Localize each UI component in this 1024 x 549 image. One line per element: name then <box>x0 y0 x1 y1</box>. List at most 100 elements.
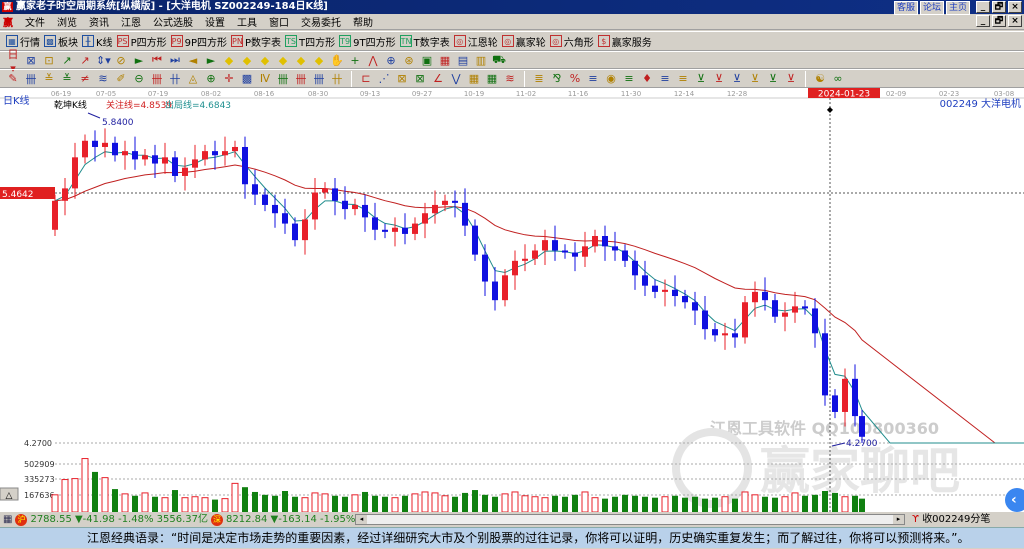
tool-icon-20[interactable]: ⋀ <box>366 54 380 67</box>
toolbar-button-sector[interactable]: ▩ 板块 <box>44 34 78 49</box>
chart-canvas[interactable]: 06-19 07-05 07-19 08-02 08-16 08-30 09-13 09-27… <box>0 88 1024 512</box>
toolbar-button-t9[interactable]: T9 9T四方形 <box>339 34 396 49</box>
tool-icon-27[interactable]: ▦ <box>485 72 499 85</box>
toolbar-button-p9[interactable]: P9 9P四方形 <box>170 34 227 49</box>
toolbar-button-kline[interactable]: ╫ K线 <box>82 34 113 49</box>
tool-icon-22[interactable]: ⊛ <box>402 54 416 67</box>
tool-icon-12[interactable]: ✛ <box>222 72 236 85</box>
tool-icon-21[interactable]: ⊕ <box>384 54 398 67</box>
tool-icon-11[interactable]: ⊕ <box>204 72 218 85</box>
tool-icon-5[interactable]: ⇕▾ <box>96 54 111 67</box>
tool-icon-44[interactable]: ⊻ <box>784 72 798 85</box>
child-close-button[interactable]: × <box>1008 15 1022 27</box>
restore-button[interactable]: 🗗 <box>992 1 1006 13</box>
tool-icon-24[interactable]: ∠ <box>431 72 445 85</box>
tool-icon-0[interactable]: ✎ <box>6 72 20 85</box>
toolbar-button-gann-wheel[interactable]: ◎ 江恩轮 <box>453 34 498 49</box>
toolbar-button-ps[interactable]: PS P四方形 <box>116 34 167 49</box>
tool-icon-6[interactable]: ✐ <box>114 72 128 85</box>
tool-icon-4[interactable]: ↗ <box>78 54 92 67</box>
minimize-button[interactable]: _ <box>976 1 990 13</box>
menu-browse[interactable]: 浏览 <box>57 14 77 29</box>
triangle-icon[interactable]: △ <box>6 491 13 501</box>
tool-icon-39[interactable]: ⊻ <box>694 72 708 85</box>
toolbar-button-hexagon[interactable]: ◎ 六角形 <box>549 34 594 49</box>
tool-icon-36[interactable]: ♦ <box>640 72 654 85</box>
tool-icon-34[interactable]: ◉ <box>604 72 618 85</box>
tool-icon-13[interactable]: ▩ <box>240 72 254 85</box>
tool-icon-13[interactable]: ◆ <box>240 54 254 67</box>
scroll-right-icon[interactable]: ▸ <box>893 515 904 524</box>
tool-icon-18[interactable]: 卄 <box>330 71 344 87</box>
tool-icon-25[interactable]: ⋁ <box>449 72 463 85</box>
tool-icon-12[interactable]: ◆ <box>222 54 236 67</box>
tool-icon-2[interactable]: ⊡ <box>42 54 56 67</box>
support-link[interactable]: 客服 <box>893 1 918 15</box>
tool-icon-27[interactable]: ⛟ <box>492 53 506 68</box>
collapse-panel-button[interactable]: ‹ <box>1005 488 1024 512</box>
tool-icon-8[interactable]: 卌 <box>150 71 164 87</box>
tool-icon-20[interactable]: ⊏ <box>359 72 373 85</box>
tool-icon-32[interactable]: % <box>568 72 582 85</box>
scroll-left-icon[interactable]: ◂ <box>356 515 367 524</box>
tool-icon-23[interactable]: ▣ <box>420 54 434 67</box>
menu-settings[interactable]: 设置 <box>205 14 225 29</box>
tool-icon-16[interactable]: ◆ <box>294 54 308 67</box>
child-minimize-button[interactable]: _ <box>976 15 990 27</box>
toolbar-button-winner-wheel[interactable]: ◎ 赢家轮 <box>501 34 546 49</box>
tool-icon-9[interactable]: 卄 <box>168 71 182 87</box>
menu-gann[interactable]: 江恩 <box>121 14 141 29</box>
tool-icon-18[interactable]: ✋ <box>330 54 344 67</box>
tool-icon-7[interactable]: ► <box>132 54 146 67</box>
tool-icon-1[interactable]: ⊠ <box>24 54 38 67</box>
tool-icon-3[interactable]: ≚ <box>60 72 74 85</box>
tool-icon-19[interactable]: + <box>348 54 362 67</box>
tool-icon-17[interactable]: 卌 <box>312 71 326 87</box>
forum-link[interactable]: 论坛 <box>919 1 944 15</box>
menu-tools[interactable]: 工具 <box>237 14 257 29</box>
tool-icon-21[interactable]: ⋰ <box>377 72 391 85</box>
kline-chart[interactable]: 06-19 07-05 07-19 08-02 08-16 08-30 09-13 09-27… <box>0 88 1024 512</box>
tool-icon-11[interactable]: ► <box>204 54 218 67</box>
tool-icon-4[interactable]: ≠ <box>78 72 92 85</box>
tool-icon-41[interactable]: ⊻ <box>730 72 744 85</box>
tool-icon-5[interactable]: ≋ <box>96 72 110 85</box>
tool-icon-31[interactable]: ⅋ <box>550 72 564 85</box>
menu-info[interactable]: 资讯 <box>89 14 109 29</box>
toolbar-button-service[interactable]: $ 赢家服务 <box>597 34 652 49</box>
tool-icon-38[interactable]: ≡ <box>676 72 690 85</box>
tool-icon-16[interactable]: 卌 <box>294 71 308 87</box>
tool-icon-28[interactable]: ≋ <box>503 72 517 85</box>
toolbar-button-ts[interactable]: TS T四方形 <box>285 34 335 49</box>
tool-icon-2[interactable]: ≚ <box>42 72 56 85</box>
tool-icon-17[interactable]: ◆ <box>312 54 326 67</box>
calculator-icon[interactable]: ▦ <box>3 512 12 527</box>
toolbar-button-tn[interactable]: TN T数字表 <box>399 34 450 49</box>
horizontal-scrollbar[interactable]: ◂ ▸ <box>355 514 905 525</box>
tool-icon-14[interactable]: ◆ <box>258 54 272 67</box>
tool-icon-47[interactable]: ∞ <box>831 72 845 85</box>
menu-formula[interactable]: 公式选股 <box>153 14 193 29</box>
tool-icon-22[interactable]: ⊠ <box>395 72 409 85</box>
tool-icon-9[interactable]: ⏭ <box>168 53 182 67</box>
tool-icon-40[interactable]: ⊻ <box>712 72 726 85</box>
tool-icon-26[interactable]: ▥ <box>474 54 488 67</box>
tool-icon-1[interactable]: 卌 <box>24 71 38 87</box>
tool-icon-35[interactable]: ≡ <box>622 72 636 85</box>
tool-icon-42[interactable]: ⊻ <box>748 72 762 85</box>
tool-icon-14[interactable]: Ⅳ <box>258 72 272 85</box>
tool-icon-30[interactable]: ≣ <box>532 72 546 85</box>
tool-icon-43[interactable]: ⊻ <box>766 72 780 85</box>
home-link[interactable]: 主页 <box>945 1 970 15</box>
child-restore-button[interactable]: 🗗 <box>992 15 1006 27</box>
menu-help[interactable]: 帮助 <box>353 14 373 29</box>
tool-icon-15[interactable]: ◆ <box>276 54 290 67</box>
tool-icon-6[interactable]: ⊘ <box>114 54 128 67</box>
tool-icon-25[interactable]: ▤ <box>456 54 470 67</box>
tool-icon-15[interactable]: 卌 <box>276 71 290 87</box>
tool-icon-7[interactable]: ⊖ <box>132 72 146 85</box>
menu-trade[interactable]: 交易委托 <box>301 14 341 29</box>
tool-icon-33[interactable]: ≡ <box>586 72 600 85</box>
tool-icon-3[interactable]: ↗ <box>60 54 74 67</box>
menu-window[interactable]: 窗口 <box>269 14 289 29</box>
